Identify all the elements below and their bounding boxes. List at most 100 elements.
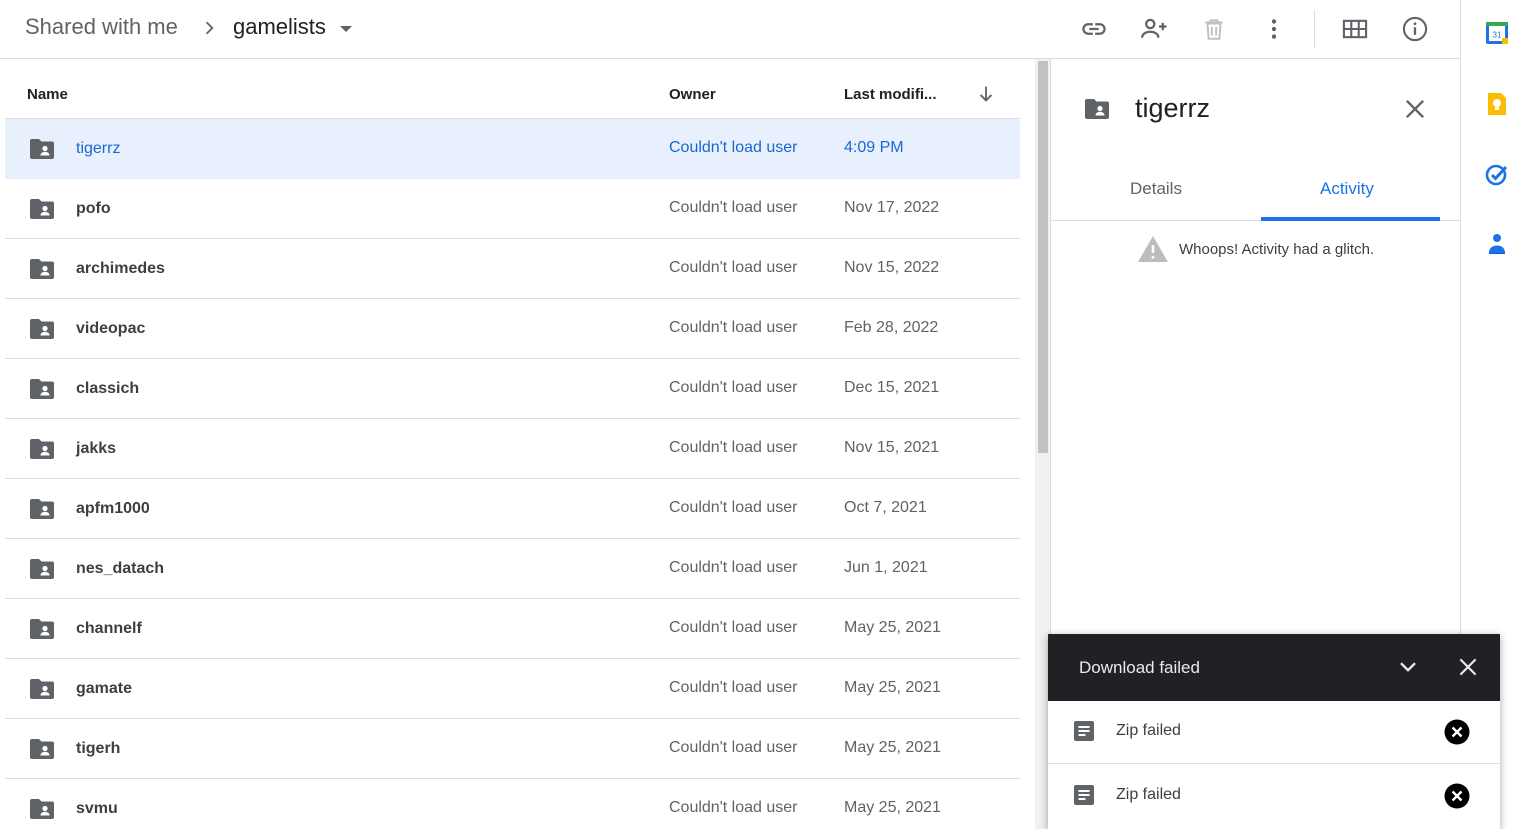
tab-activity[interactable]: Activity: [1320, 179, 1374, 199]
file-owner: Couldn't load user: [669, 319, 798, 336]
caret-down-icon[interactable]: [340, 26, 352, 32]
breadcrumb-shared-with-me[interactable]: Shared with me: [25, 14, 178, 40]
file-name: videopac: [76, 320, 146, 337]
file-owner: Couldn't load user: [669, 379, 798, 396]
close-icon[interactable]: [1401, 95, 1429, 123]
scrollbar-thumb[interactable]: [1038, 61, 1048, 453]
shared-folder-icon: [1085, 99, 1109, 119]
column-header-owner: Owner: [669, 86, 716, 103]
chevron-down-icon[interactable]: [1395, 654, 1421, 680]
shared-folder-icon: [30, 739, 54, 759]
file-owner: Couldn't load user: [669, 259, 798, 276]
file-owner: Couldn't load user: [669, 619, 798, 636]
file-owner: Couldn't load user: [669, 739, 798, 756]
shared-folder-icon: [30, 559, 54, 579]
file-last-modified: Nov 15, 2021: [844, 439, 940, 456]
header: Shared with me gamelists: [0, 0, 1460, 59]
table-row[interactable]: archimedes Couldn't load user Nov 15, 2022: [5, 239, 1020, 299]
shared-folder-icon: [30, 319, 54, 339]
contacts-icon[interactable]: [1485, 232, 1509, 256]
file-owner: Couldn't load user: [669, 679, 798, 696]
file-owner: Couldn't load user: [669, 439, 798, 456]
share-button[interactable]: [1137, 12, 1171, 46]
table-row[interactable]: nes_datach Couldn't load user Jun 1, 2021: [5, 539, 1020, 599]
file-name: svmu: [76, 800, 118, 817]
file-name: channelf: [76, 620, 142, 637]
toast-item: Zip failed: [1048, 765, 1500, 828]
table-row[interactable]: classich Couldn't load user Dec 15, 2021: [5, 359, 1020, 419]
table-row[interactable]: tigerh Couldn't load user May 25, 2021: [5, 719, 1020, 779]
svg-text:31: 31: [1493, 31, 1502, 40]
file-name: jakks: [76, 440, 117, 457]
file-name: nes_datach: [76, 560, 165, 577]
calendar-icon[interactable]: 31: [1485, 21, 1509, 45]
table-row[interactable]: svmu Couldn't load user May 25, 2021: [5, 779, 1020, 829]
table-row[interactable]: apfm1000 Couldn't load user Oct 7, 2021: [5, 479, 1020, 539]
shared-folder-icon: [30, 679, 54, 699]
active-tab-indicator: [1261, 217, 1440, 221]
grid-view-icon: [1342, 19, 1368, 39]
breadcrumb-current-folder[interactable]: gamelists: [233, 14, 326, 40]
file-last-modified: May 25, 2021: [844, 679, 941, 696]
table-row[interactable]: gamate Couldn't load user May 25, 2021: [5, 659, 1020, 719]
close-toast-icon[interactable]: [1455, 654, 1481, 680]
tab-details[interactable]: Details: [1130, 179, 1182, 199]
toast-item: Zip failed: [1048, 701, 1500, 764]
remove-button[interactable]: [1197, 12, 1231, 46]
table-row[interactable]: jakks Couldn't load user Nov 15, 2021: [5, 419, 1020, 479]
file-list: Name Owner Last modifi... tigerrz Couldn'…: [5, 59, 1020, 829]
file-name: tigerh: [76, 740, 121, 757]
file-name: apfm1000: [76, 500, 150, 517]
file-last-modified: Oct 7, 2021: [844, 499, 927, 516]
chevron-right-icon: [205, 21, 214, 35]
file-owner: Couldn't load user: [669, 799, 798, 816]
toast-header: Download failed: [1048, 634, 1500, 701]
activity-error-message: Whoops! Activity had a glitch.: [1179, 240, 1375, 258]
more-actions-button[interactable]: [1257, 12, 1291, 46]
shared-folder-icon: [30, 139, 54, 159]
arrow-down-icon[interactable]: [975, 83, 997, 105]
error-circle-icon[interactable]: [1444, 783, 1470, 809]
table-row[interactable]: channelf Couldn't load user May 25, 2021: [5, 599, 1020, 659]
file-owner: Couldn't load user: [669, 499, 798, 516]
trash-icon: [1205, 19, 1223, 40]
shared-folder-icon: [30, 499, 54, 519]
file-last-modified: May 25, 2021: [844, 739, 941, 756]
more-vert-icon: [1271, 19, 1277, 39]
warning-icon: [1138, 236, 1168, 262]
panel-title: tigerrz: [1135, 93, 1211, 123]
link-icon: [1082, 23, 1106, 35]
document-icon: [1074, 721, 1094, 741]
file-last-modified: Dec 15, 2021: [844, 379, 940, 396]
view-details-button[interactable]: [1398, 12, 1432, 46]
file-name: classich: [76, 380, 140, 397]
add-person-icon: [1141, 18, 1167, 38]
shared-folder-icon: [30, 259, 54, 279]
table-row[interactable]: pofo Couldn't load user Nov 17, 2022: [5, 179, 1020, 239]
error-circle-icon[interactable]: [1444, 719, 1470, 745]
panel-tabs: Details Activity: [1051, 159, 1461, 221]
file-owner: Couldn't load user: [669, 559, 798, 576]
column-header-last-modified[interactable]: Last modifi...: [844, 86, 937, 103]
file-last-modified: Nov 15, 2022: [844, 259, 940, 276]
table-row[interactable]: videopac Couldn't load user Feb 28, 2022: [5, 299, 1020, 359]
grid-view-button[interactable]: [1338, 12, 1372, 46]
file-last-modified: Feb 28, 2022: [844, 319, 939, 336]
shared-folder-icon: [30, 799, 54, 819]
toast-item-label: Zip failed: [1116, 786, 1181, 803]
file-name: tigerrz: [76, 140, 121, 157]
drive-app: Shared with me gamelists Name Owner Last…: [0, 0, 1530, 829]
document-icon: [1074, 785, 1094, 805]
list-header: Name Owner Last modifi...: [5, 59, 1020, 119]
shared-folder-icon: [30, 619, 54, 639]
keep-icon[interactable]: [1485, 92, 1509, 116]
file-last-modified: 4:09 PM: [844, 139, 904, 156]
table-row[interactable]: tigerrz Couldn't load user 4:09 PM: [5, 119, 1020, 179]
file-last-modified: Jun 1, 2021: [844, 559, 928, 576]
file-name: archimedes: [76, 260, 165, 277]
get-link-button[interactable]: [1077, 12, 1111, 46]
shared-folder-icon: [30, 439, 54, 459]
download-toast: Download failed Zip failed Zip failed: [1048, 634, 1500, 829]
tasks-icon[interactable]: [1485, 162, 1509, 186]
column-header-name[interactable]: Name: [27, 86, 68, 103]
